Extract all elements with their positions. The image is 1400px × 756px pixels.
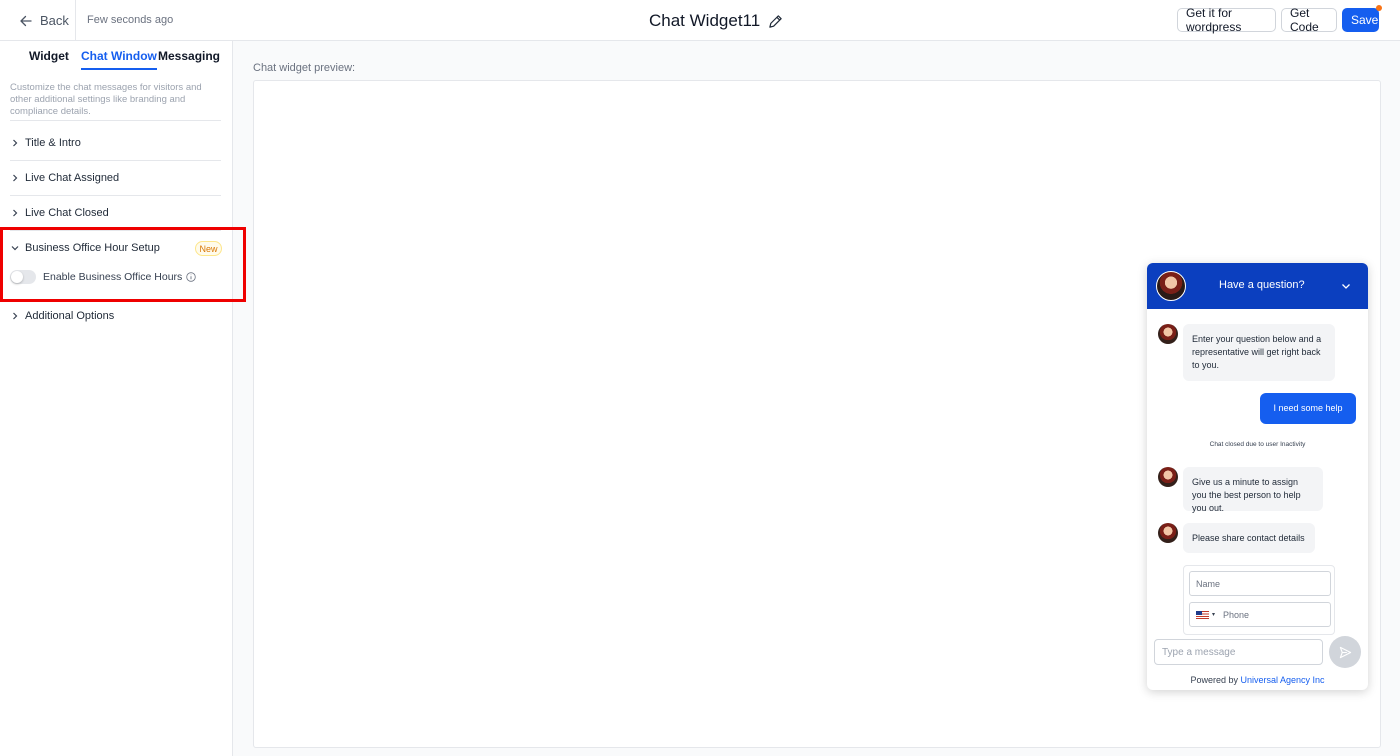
back-button[interactable]: Back <box>20 12 69 29</box>
chat-widget-preview: Have a question? Enter your question bel… <box>1147 263 1368 690</box>
arrow-left-icon <box>20 15 32 26</box>
page-title: Chat Widget11 <box>649 11 761 30</box>
contact-form: Name ▾ Phone <box>1183 565 1335 635</box>
accordion-live-chat-closed[interactable]: Live Chat Closed <box>11 205 109 221</box>
powered-by-label: Powered by <box>1190 675 1238 685</box>
divider <box>10 195 221 196</box>
divider <box>10 160 221 161</box>
name-input[interactable]: Name <box>1189 571 1331 596</box>
message-input[interactable]: Type a message <box>1154 639 1323 665</box>
phone-placeholder: Phone <box>1223 609 1250 620</box>
send-icon <box>1339 646 1351 658</box>
powered-by: Powered by Universal Agency Inc <box>1147 675 1368 685</box>
brand-link[interactable]: Universal Agency Inc <box>1241 675 1325 685</box>
chevron-right-icon <box>13 209 18 217</box>
message-bubble: Please share contact details <box>1183 523 1315 553</box>
business-hours-toggle-row: Enable Business Office Hours <box>10 269 196 285</box>
back-label: Back <box>40 13 69 28</box>
agent-avatar <box>1158 324 1178 344</box>
business-hours-toggle[interactable] <box>10 270 36 284</box>
unsaved-indicator <box>1376 5 1382 11</box>
get-code-button[interactable]: Get Code <box>1281 6 1337 34</box>
divider <box>10 120 221 121</box>
accordion-business-office-hours[interactable]: Business Office Hour Setup <box>11 240 160 256</box>
tab-widget[interactable]: Widget <box>29 49 69 63</box>
widget-header: Have a question? <box>1147 263 1368 309</box>
tab-messaging[interactable]: Messaging <box>158 49 220 63</box>
accordion-label: Additional Options <box>25 310 115 322</box>
top-bar: Back Few seconds ago Chat Widget11 Get i… <box>0 0 1400 41</box>
chevron-right-icon <box>13 139 18 147</box>
section-description: Customize the chat messages for visitors… <box>10 82 202 117</box>
accordion-additional-options[interactable]: Additional Options <box>11 308 114 324</box>
accordion-label: Business Office Hour Setup <box>25 242 160 254</box>
divider <box>75 0 76 41</box>
agent-avatar <box>1158 467 1178 487</box>
accordion-label: Title & Intro <box>25 137 81 149</box>
caret-down-icon[interactable]: ▾ <box>1212 611 1215 618</box>
title-group: Chat Widget11 <box>649 11 783 31</box>
get-wordpress-button[interactable]: Get it for wordpress <box>1177 6 1276 34</box>
accordion-title-intro[interactable]: Title & Intro <box>11 135 81 151</box>
highlight-box <box>0 227 246 302</box>
user-message-bubble: I need some help <box>1260 393 1356 424</box>
toggle-label: Enable Business Office Hours <box>43 271 183 283</box>
chevron-right-icon <box>13 174 18 182</box>
agent-avatar <box>1156 271 1186 301</box>
new-badge: New <box>195 241 222 256</box>
pencil-icon[interactable] <box>768 14 783 29</box>
widget-title: Have a question? <box>1219 279 1305 291</box>
agent-avatar <box>1158 523 1178 543</box>
send-button[interactable] <box>1329 636 1361 668</box>
message-bubble: Enter your question below and a represen… <box>1183 324 1335 381</box>
saved-status: Few seconds ago <box>87 14 174 26</box>
accordion-live-chat-assigned[interactable]: Live Chat Assigned <box>11 170 119 186</box>
info-icon[interactable] <box>186 272 196 282</box>
chevron-down-icon[interactable] <box>1341 281 1351 291</box>
system-message: Chat closed due to user Inactivity <box>1209 441 1306 448</box>
tab-bar: Widget Chat Window Messaging <box>0 41 232 70</box>
message-bubble: Give us a minute to assign you the best … <box>1183 467 1323 513</box>
chevron-down-icon <box>11 246 19 251</box>
divider <box>10 230 221 231</box>
tab-chat-window[interactable]: Chat Window <box>81 49 157 70</box>
us-flag-icon[interactable] <box>1196 610 1209 619</box>
chevron-right-icon <box>13 312 18 320</box>
toggle-knob <box>11 271 23 283</box>
accordion-label: Live Chat Closed <box>25 207 109 219</box>
settings-sidebar: Widget Chat Window Messaging Customize t… <box>0 41 246 756</box>
phone-input[interactable]: ▾ Phone <box>1189 602 1331 627</box>
save-button[interactable]: Save <box>1342 8 1379 32</box>
accordion-label: Live Chat Assigned <box>25 172 120 184</box>
preview-label: Chat widget preview: <box>253 62 356 74</box>
